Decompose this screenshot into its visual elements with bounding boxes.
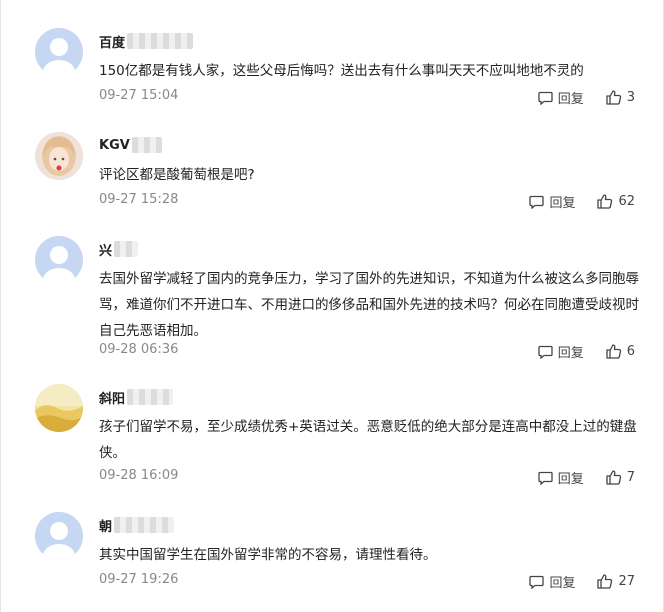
comment-meta: 09-27 19:26 回复 27 <box>99 572 635 591</box>
username-row: 斜阳 <box>99 388 174 407</box>
comment-item: 百度 150亿都是有钱人家，这些父母后悔吗？送出去有什么事叫天天不应叫地地不灵的… <box>1 28 664 108</box>
default-avatar-icon <box>35 512 83 560</box>
blurred-name <box>127 389 174 405</box>
username[interactable]: 兴 <box>99 240 112 259</box>
username-row: 兴 <box>99 240 139 259</box>
thumbs-up-icon <box>597 574 613 589</box>
avatar[interactable] <box>35 384 83 432</box>
reply-icon <box>538 91 553 105</box>
comment-meta: 09-28 16:09 回复 7 <box>99 468 635 487</box>
username[interactable]: 朝 <box>99 516 112 535</box>
blurred-name <box>114 517 175 533</box>
reply-label: 回复 <box>549 576 576 591</box>
username[interactable]: 斜阳 <box>99 388 125 407</box>
reply-label: 回复 <box>557 346 584 361</box>
reply-button[interactable]: 回复 <box>538 342 584 361</box>
comment-item: 朝 其实中国留学生在国外留学非常的不容易，请理性看待。 09-27 19:26 … <box>1 512 664 592</box>
avatar[interactable] <box>35 512 83 560</box>
like-count: 7 <box>626 470 635 485</box>
like-button[interactable]: 7 <box>606 470 635 485</box>
timestamp: 09-28 06:36 <box>99 342 179 357</box>
comment-meta: 09-27 15:28 回复 62 <box>99 192 635 211</box>
like-count: 62 <box>618 194 635 209</box>
reply-label: 回复 <box>557 92 584 107</box>
comment-text: 评论区都是酸葡萄根是吧? <box>99 167 255 183</box>
comment-text: 去国外留学减轻了国内的竞争压力，学习了国外的先进知识，不知道为什么被这么多同胞辱… <box>99 271 639 339</box>
timestamp: 09-27 15:28 <box>99 192 179 207</box>
default-avatar-icon <box>35 28 83 76</box>
comment-item: KGV 评论区都是酸葡萄根是吧? 09-27 15:28 回复 62 <box>1 132 664 212</box>
timestamp: 09-27 19:26 <box>99 572 179 587</box>
avatar[interactable] <box>35 28 83 76</box>
comment-actions: 回复 62 <box>529 192 635 211</box>
like-button[interactable]: 27 <box>597 574 635 589</box>
comment-list: 百度 150亿都是有钱人家，这些父母后悔吗？送出去有什么事叫天天不应叫地地不灵的… <box>0 0 664 612</box>
avatar[interactable] <box>35 236 83 284</box>
username[interactable]: KGV <box>99 138 130 153</box>
username[interactable]: 百度 <box>99 32 125 51</box>
default-avatar-icon <box>35 236 83 284</box>
reply-icon <box>538 471 553 485</box>
comment-meta: 09-27 15:04 回复 3 <box>99 88 635 107</box>
like-button[interactable]: 3 <box>606 90 635 105</box>
timestamp: 09-28 16:09 <box>99 468 179 483</box>
reply-button[interactable]: 回复 <box>529 192 575 211</box>
like-count: 6 <box>626 344 635 359</box>
comment-actions: 回复 27 <box>529 572 635 591</box>
reply-button[interactable]: 回复 <box>538 88 584 107</box>
blurred-name <box>114 241 139 257</box>
thumbs-up-icon <box>606 344 621 359</box>
like-button[interactable]: 6 <box>606 344 635 359</box>
reply-icon <box>538 345 553 359</box>
reply-icon <box>529 575 545 589</box>
avatar[interactable] <box>35 132 83 180</box>
like-count: 27 <box>618 574 635 589</box>
thumbs-up-icon <box>606 90 621 105</box>
reply-button[interactable]: 回复 <box>529 572 575 591</box>
like-button[interactable]: 62 <box>597 194 635 209</box>
thumbs-up-icon <box>597 194 613 209</box>
username-row: 百度 <box>99 32 194 51</box>
blurred-name <box>127 33 194 49</box>
reply-button[interactable]: 回复 <box>538 468 584 487</box>
like-count: 3 <box>626 90 635 105</box>
landscape-avatar-icon <box>35 384 83 432</box>
comment-item: 斜阳 孩子们留学不易，至少成绩优秀+英语过关。恶意贬低的绝大部分是连高中都没上过… <box>1 384 664 487</box>
timestamp: 09-27 15:04 <box>99 88 179 103</box>
girl-avatar-icon <box>35 132 83 180</box>
comment-meta: 09-28 06:36 回复 6 <box>99 342 635 361</box>
username-row: KGV <box>99 136 162 154</box>
comment-actions: 回复 7 <box>538 468 635 487</box>
comment-actions: 回复 3 <box>538 88 635 107</box>
comment-text: 孩子们留学不易，至少成绩优秀+英语过关。恶意贬低的绝大部分是连高中都没上过的键盘… <box>99 419 637 461</box>
reply-label: 回复 <box>549 196 576 211</box>
comment-actions: 回复 6 <box>538 342 635 361</box>
thumbs-up-icon <box>606 470 621 485</box>
comment-item: 兴 去国外留学减轻了国内的竞争压力，学习了国外的先进知识，不知道为什么被这么多同… <box>1 236 664 366</box>
reply-icon <box>529 195 545 209</box>
comment-text: 150亿都是有钱人家，这些父母后悔吗？送出去有什么事叫天天不应叫地地不灵的 <box>99 63 584 79</box>
username-row: 朝 <box>99 516 175 535</box>
blurred-name <box>131 137 162 153</box>
reply-label: 回复 <box>557 472 584 487</box>
comment-text: 其实中国留学生在国外留学非常的不容易，请理性看待。 <box>99 547 437 563</box>
